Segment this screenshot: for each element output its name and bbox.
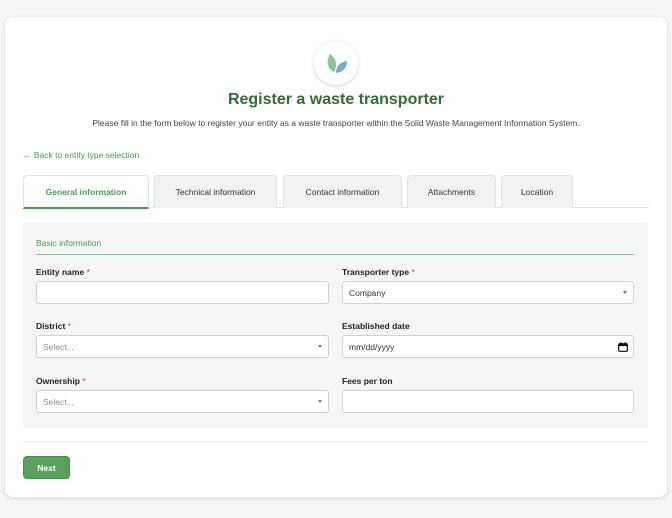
transporter-type-select[interactable]: Company — [342, 281, 634, 304]
chevron-down-icon — [623, 291, 627, 294]
page-title: Register a waste transporter — [227, 91, 445, 108]
entity-name-label: Entity name * — [36, 267, 90, 277]
registration-card: Register a waste transporter Please fill… — [5, 17, 667, 497]
ownership-placeholder: Select... — [43, 396, 74, 407]
section-title: Basic information — [36, 238, 102, 248]
section-divider — [36, 254, 634, 255]
established-date-label-text: Established date — [342, 321, 410, 331]
calendar-icon[interactable] — [618, 342, 628, 352]
established-date-placeholder: mm/dd/yyyy — [349, 341, 395, 352]
chevron-down-icon — [318, 400, 322, 403]
required-mark: * — [82, 376, 86, 386]
tab-contact-information[interactable]: Contact information — [283, 175, 402, 208]
required-mark: * — [67, 321, 71, 331]
tab-general-information[interactable]: General information — [23, 175, 149, 209]
chevron-down-icon — [318, 345, 322, 348]
established-date-label: Established date — [342, 321, 410, 331]
required-mark: * — [411, 267, 415, 277]
district-placeholder: Select... — [43, 341, 74, 352]
tab-label: Location — [520, 187, 554, 197]
ownership-label-text: Ownership — [36, 376, 80, 386]
page-subtitle: Please fill in the form below to registe… — [92, 118, 580, 128]
back-to-entity-type-link[interactable]: ← Back to entity type selection — [23, 150, 139, 160]
ownership-select[interactable]: Select... — [36, 390, 329, 413]
tab-label: General information — [45, 186, 127, 197]
transporter-type-label-text: Transporter type — [342, 267, 410, 277]
next-button[interactable]: Next — [23, 456, 70, 479]
tab-location[interactable]: Location — [501, 175, 573, 208]
entity-name-input[interactable] — [43, 282, 322, 303]
ownership-label: Ownership * — [36, 376, 86, 386]
transporter-type-value: Company — [349, 287, 386, 298]
district-select[interactable]: Select... — [36, 335, 329, 358]
district-label-text: District — [36, 321, 66, 331]
transporter-type-label: Transporter type * — [342, 267, 415, 277]
required-mark: * — [86, 267, 90, 277]
fees-per-ton-label: Fees per ton — [342, 376, 393, 386]
tab-technical-information[interactable]: Technical information — [154, 175, 277, 208]
entity-name-field[interactable] — [36, 281, 329, 304]
district-label: District * — [36, 321, 71, 331]
tab-label: Attachments — [427, 187, 476, 197]
tab-attachments[interactable]: Attachments — [407, 175, 496, 208]
tab-label: Technical information — [175, 187, 256, 197]
fees-per-ton-input[interactable] — [349, 391, 627, 412]
established-date-field[interactable]: mm/dd/yyyy — [342, 335, 634, 358]
entity-name-label-text: Entity name — [36, 267, 85, 277]
footer-divider — [23, 441, 648, 442]
tab-label: Contact information — [305, 187, 380, 197]
fees-per-ton-label-text: Fees per ton — [342, 376, 393, 386]
basic-information-section: Basic information Entity name * Transpor… — [23, 223, 648, 428]
tab-bar: General information Technical informatio… — [23, 175, 649, 209]
leaf-icon — [327, 54, 347, 73]
fees-per-ton-field[interactable] — [342, 390, 634, 413]
logo-badge — [314, 41, 358, 85]
